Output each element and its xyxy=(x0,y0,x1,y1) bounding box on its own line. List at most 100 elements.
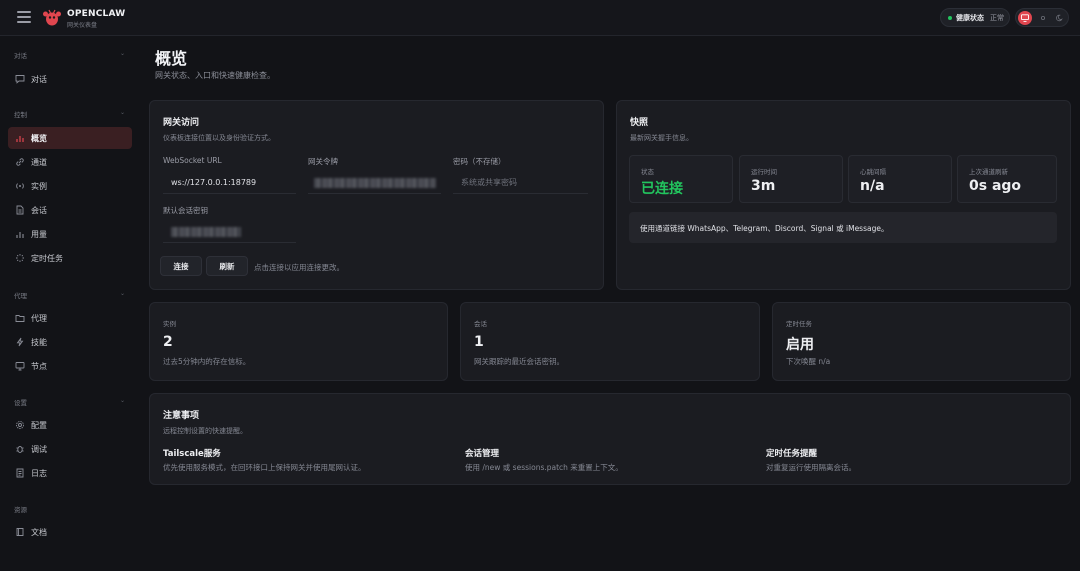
log-icon xyxy=(16,468,24,478)
metric-value: 启用 xyxy=(786,337,814,353)
card-title: 网关访问 xyxy=(163,118,200,128)
refresh-button[interactable]: 刷新 xyxy=(206,256,248,276)
card-title: 快照 xyxy=(630,118,649,128)
folder-icon xyxy=(15,315,25,322)
metric-card-cron: 定时任务 启用 下次唤醒 n/a xyxy=(772,302,1071,381)
sidebar-item-nodes[interactable]: 节点 xyxy=(8,355,132,377)
sidebar-item-label: 日志 xyxy=(31,469,47,478)
sidebar-item-sessions[interactable]: 会话 xyxy=(8,199,132,221)
health-status-pill[interactable]: 健康状态 正常 xyxy=(940,8,1010,27)
gateway-token-label: 网关令牌 xyxy=(308,157,338,166)
sidebar-item-label: 节点 xyxy=(31,362,47,371)
brand-name: OPENCLAW xyxy=(67,9,126,19)
page-subtitle: 网关状态、入口和快速健康检查。 xyxy=(155,71,275,80)
sidebar-item-label: 文档 xyxy=(31,528,47,537)
collapse-caret-icon[interactable]: ⌄ xyxy=(120,50,125,57)
password-input[interactable] xyxy=(453,172,588,194)
metric-value: 2 xyxy=(163,334,173,350)
connect-hint: 点击连接以应用连接更改。 xyxy=(254,263,344,272)
note-text: 使用 /new 或 sessions.patch 来重置上下文。 xyxy=(465,463,623,472)
sidebar-item-config[interactable]: 配置 xyxy=(8,414,132,436)
sidebar-item-docs[interactable]: 文档 xyxy=(8,521,132,543)
gear-icon xyxy=(16,421,24,429)
notice-text: 使用通道链接 WhatsApp、Telegram、Discord、Signal … xyxy=(640,224,889,233)
sidebar-item-label: 用量 xyxy=(31,230,47,239)
sidebar-item-label: 实例 xyxy=(31,182,47,191)
stat-value: 0s ago xyxy=(969,178,1022,194)
password-label: 密码（不存储） xyxy=(453,157,506,166)
status-dot-icon xyxy=(948,16,952,20)
sidebar-section-settings: 设置 xyxy=(14,399,27,407)
stat-label: 状态 xyxy=(641,168,654,176)
sidebar-item-label: 配置 xyxy=(31,421,47,430)
sidebar-item-agents[interactable]: 代理 xyxy=(8,307,132,329)
monitor-icon xyxy=(1021,14,1029,22)
message-icon xyxy=(15,75,25,84)
sidebar-item-logs[interactable]: 日志 xyxy=(8,462,132,484)
stat-label: 上次通道刷新 xyxy=(969,168,1008,176)
book-icon xyxy=(16,528,24,536)
metric-subtitle: 下次唤醒 n/a xyxy=(786,357,831,366)
link-icon xyxy=(16,158,24,166)
notes-card: 注意事项 远程控制设置的快速提醒。 Tailscale服务 优先使用服务模式，在… xyxy=(149,393,1071,485)
sidebar-section-chat: 对话 xyxy=(14,52,27,60)
file-icon xyxy=(16,205,24,215)
note-title: 定时任务提醒 xyxy=(766,449,818,459)
sidebar-item-skills[interactable]: 技能 xyxy=(8,331,132,353)
sidebar-item-chat[interactable]: 对话 xyxy=(8,68,132,90)
redacted-token xyxy=(314,178,436,188)
sidebar-item-debug[interactable]: 调试 xyxy=(8,438,132,460)
sidebar-item-label: 定时任务 xyxy=(31,254,63,263)
stat-heartbeat: 心跳间隔 n/a xyxy=(848,155,952,203)
bar-chart-icon xyxy=(16,136,24,142)
ws-url-input[interactable] xyxy=(163,172,296,194)
loader-icon xyxy=(16,254,24,262)
page-title: 概览 xyxy=(155,49,188,68)
gateway-token-input[interactable] xyxy=(308,172,441,194)
theme-switcher xyxy=(1015,8,1069,27)
sidebar-item-instances[interactable]: 实例 xyxy=(8,175,132,197)
collapse-caret-icon[interactable]: ⌄ xyxy=(120,397,125,404)
sidebar-item-usage[interactable]: 用量 xyxy=(8,223,132,245)
theme-dark-button[interactable] xyxy=(1053,11,1067,25)
sidebar-item-label: 调试 xyxy=(31,445,47,454)
note-title: Tailscale服务 xyxy=(163,449,221,459)
sidebar: 对话 ⌄ 对话 控制 ⌄ 概览 通道 实例 会话 用量 定时任务 代理 ⌄ 代理… xyxy=(0,37,140,571)
channels-notice: 使用通道链接 WhatsApp、Telegram、Discord、Signal … xyxy=(629,212,1057,243)
sidebar-item-label: 对话 xyxy=(31,75,47,84)
stat-value: n/a xyxy=(860,178,885,194)
collapse-caret-icon[interactable]: ⌄ xyxy=(120,290,125,297)
metric-value: 1 xyxy=(474,334,484,350)
card-subtitle: 最新网关握手信息。 xyxy=(630,134,693,142)
card-subtitle: 远程控制设置的快速提醒。 xyxy=(163,427,247,435)
session-key-label: 默认会话密钥 xyxy=(163,206,208,215)
metric-label: 会话 xyxy=(474,320,487,328)
menu-icon[interactable] xyxy=(17,11,31,23)
gateway-access-card: 网关访问 仪表板连接位置以及身份验证方式。 WebSocket URL 网关令牌… xyxy=(149,100,604,290)
metric-card-sessions: 会话 1 网关跟踪的最近会话密钥。 xyxy=(460,302,760,381)
sidebar-item-overview[interactable]: 概览 xyxy=(8,127,132,149)
zap-icon xyxy=(16,337,24,347)
health-label: 健康状态 xyxy=(956,14,984,22)
redacted-session-key xyxy=(171,227,241,237)
top-bar: OPENCLAW 网关仪表盘 健康状态 正常 xyxy=(0,0,1080,36)
sidebar-item-label: 技能 xyxy=(31,338,47,347)
metric-card-instances: 实例 2 过去5分钟内的存在信标。 xyxy=(149,302,448,381)
stat-label: 运行时间 xyxy=(751,168,777,176)
card-subtitle: 仪表板连接位置以及身份验证方式。 xyxy=(163,134,275,142)
theme-light-button[interactable] xyxy=(1036,11,1050,25)
theme-system-button[interactable] xyxy=(1018,11,1032,25)
sidebar-item-cron[interactable]: 定时任务 xyxy=(8,247,132,269)
metric-subtitle: 网关跟踪的最近会话密钥。 xyxy=(474,357,564,366)
session-key-input[interactable] xyxy=(163,221,296,243)
sidebar-item-channels[interactable]: 通道 xyxy=(8,151,132,173)
sidebar-section-agents: 代理 xyxy=(14,292,27,300)
moon-icon xyxy=(1056,14,1063,22)
sidebar-item-label: 代理 xyxy=(31,314,47,323)
collapse-caret-icon[interactable]: ⌄ xyxy=(120,109,125,116)
connect-button[interactable]: 连接 xyxy=(160,256,202,276)
monitor-icon xyxy=(15,362,25,371)
note-text: 优先使用服务模式，在回环接口上保持网关并使用尾网认证。 xyxy=(163,463,366,472)
stat-value: 已连接 xyxy=(641,181,683,197)
note-text: 对重复运行使用隔离会话。 xyxy=(766,463,856,472)
